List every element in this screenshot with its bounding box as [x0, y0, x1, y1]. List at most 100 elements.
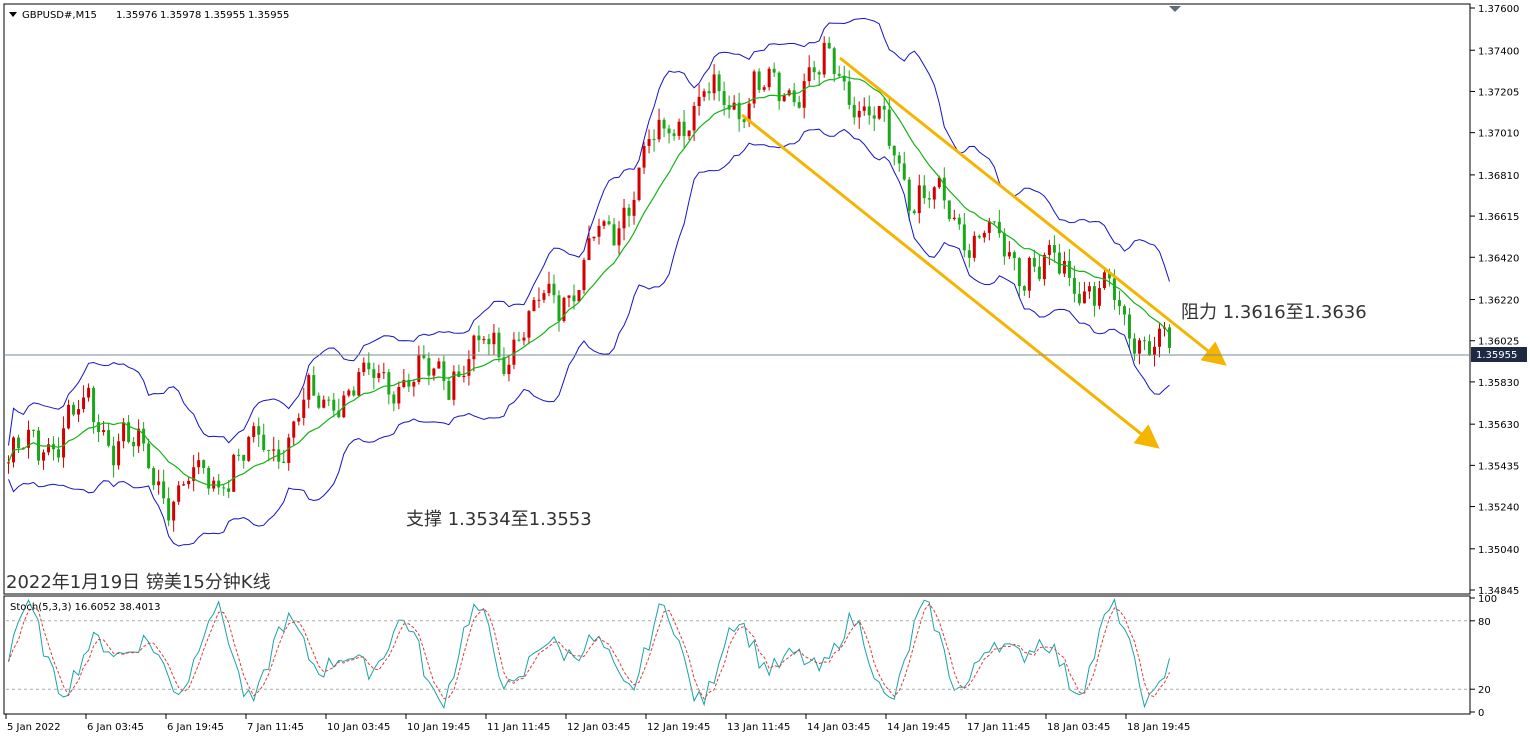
candle-body: [947, 200, 951, 220]
candle-body: [762, 87, 766, 90]
candle-body: [692, 106, 696, 131]
candle-body: [637, 167, 641, 200]
candle-body: [617, 228, 621, 246]
time-tick-label: 6 Jan 19:45: [167, 722, 224, 733]
candle-body: [992, 221, 996, 223]
candle-body: [792, 90, 796, 103]
candle-body: [182, 484, 186, 486]
candle-body: [907, 179, 911, 211]
candle-body: [777, 72, 781, 102]
candle-body: [782, 95, 786, 102]
candle-body: [667, 128, 671, 134]
price-tick-label: 1.37600: [1478, 4, 1519, 15]
candle-body: [852, 104, 856, 118]
candle-body: [307, 375, 311, 400]
candle-body: [1147, 341, 1151, 355]
candle-body: [132, 441, 136, 447]
candle-body: [582, 260, 586, 291]
candle-body: [677, 121, 681, 136]
candle-body: [957, 217, 961, 225]
time-tick-label: 12 Jan 03:45: [567, 722, 630, 733]
candle-body: [1157, 328, 1161, 347]
candle-body: [597, 225, 601, 237]
candle-body: [1007, 252, 1011, 257]
time-tick-label: 5 Jan 2022: [7, 722, 61, 733]
candle-body: [57, 449, 61, 458]
candle-body: [367, 362, 371, 370]
time-tick-label: 10 Jan 03:45: [327, 722, 390, 733]
candle-body: [627, 207, 631, 216]
candle-body: [392, 394, 396, 404]
candle-body: [857, 110, 861, 118]
candle-body: [177, 485, 181, 502]
candle-body: [1037, 266, 1041, 280]
candle-body: [217, 480, 221, 488]
stoch-tick-label: 0: [1478, 708, 1484, 719]
price-chart[interactable]: 1.37600 1.37400 1.37205 1.37010 1.36810 1.366…: [0, 0, 1530, 744]
candle-body: [372, 369, 376, 378]
candle-body: [1167, 327, 1171, 348]
candle-body: [482, 338, 486, 341]
candle-body: [507, 364, 511, 375]
candle-body: [607, 221, 611, 225]
candle-body: [882, 106, 886, 110]
candle-body: [162, 481, 166, 499]
candle-body: [567, 295, 571, 298]
candle-body: [612, 224, 616, 246]
candle-body: [537, 299, 541, 301]
price-tick-label: 1.36220: [1478, 296, 1519, 307]
candle-body: [1012, 252, 1016, 259]
candle-body: [1097, 288, 1101, 306]
candle-body: [102, 430, 106, 433]
candle-body: [487, 338, 491, 345]
candle-body: [817, 72, 821, 75]
candle-body: [327, 399, 331, 401]
time-axis: 5 Jan 2022 6 Jan 03:45 6 Jan 19:45 7 Jan 11…: [5, 714, 1190, 733]
candle-body: [122, 422, 126, 442]
main-panel: [3, 3, 1471, 595]
candle-body: [167, 498, 171, 521]
price-tick-label: 1.35240: [1478, 503, 1519, 514]
candle-body: [772, 68, 776, 73]
candle-body: [222, 487, 226, 489]
stoch-tick-label: 100: [1478, 594, 1497, 605]
candle-body: [917, 185, 921, 214]
time-tick-label: 18 Jan 03:45: [1047, 722, 1110, 733]
candle-body: [952, 217, 956, 220]
time-tick-label: 14 Jan 19:45: [887, 722, 950, 733]
candle-body: [622, 207, 626, 229]
candle-body: [672, 133, 676, 136]
candle-body: [552, 283, 556, 296]
candle-body: [642, 145, 646, 168]
candle-body: [1062, 260, 1066, 274]
time-tick-label: 11 Jan 11:45: [487, 722, 550, 733]
candle-body: [347, 390, 351, 396]
candle-body: [977, 235, 981, 238]
candle-body: [427, 358, 431, 376]
candle-body: [887, 109, 891, 146]
candle-body: [832, 48, 836, 74]
candle-body: [62, 428, 66, 458]
price-axis: 1.37600 1.37400 1.37205 1.37010 1.36810 1.366…: [1470, 4, 1519, 597]
candle-body: [112, 445, 116, 466]
candle-body: [707, 91, 711, 94]
candle-body: [927, 198, 931, 200]
candle-body: [877, 106, 881, 119]
price-tick-label: 1.36025: [1478, 337, 1519, 348]
candle-body: [697, 96, 701, 107]
candle-body: [962, 224, 966, 251]
candle-body: [1077, 293, 1081, 304]
candle-body: [577, 290, 581, 302]
candle-body: [1122, 306, 1126, 315]
candle-body: [1117, 300, 1121, 307]
candle-body: [1032, 257, 1036, 267]
candle-body: [897, 155, 901, 164]
candle-body: [432, 368, 436, 376]
candle-body: [477, 335, 481, 341]
candle-body: [352, 390, 356, 396]
candle-body: [247, 436, 251, 461]
candle-body: [502, 357, 506, 375]
candle-body: [1017, 258, 1021, 287]
candle-body: [172, 501, 176, 521]
candle-body: [242, 454, 246, 461]
